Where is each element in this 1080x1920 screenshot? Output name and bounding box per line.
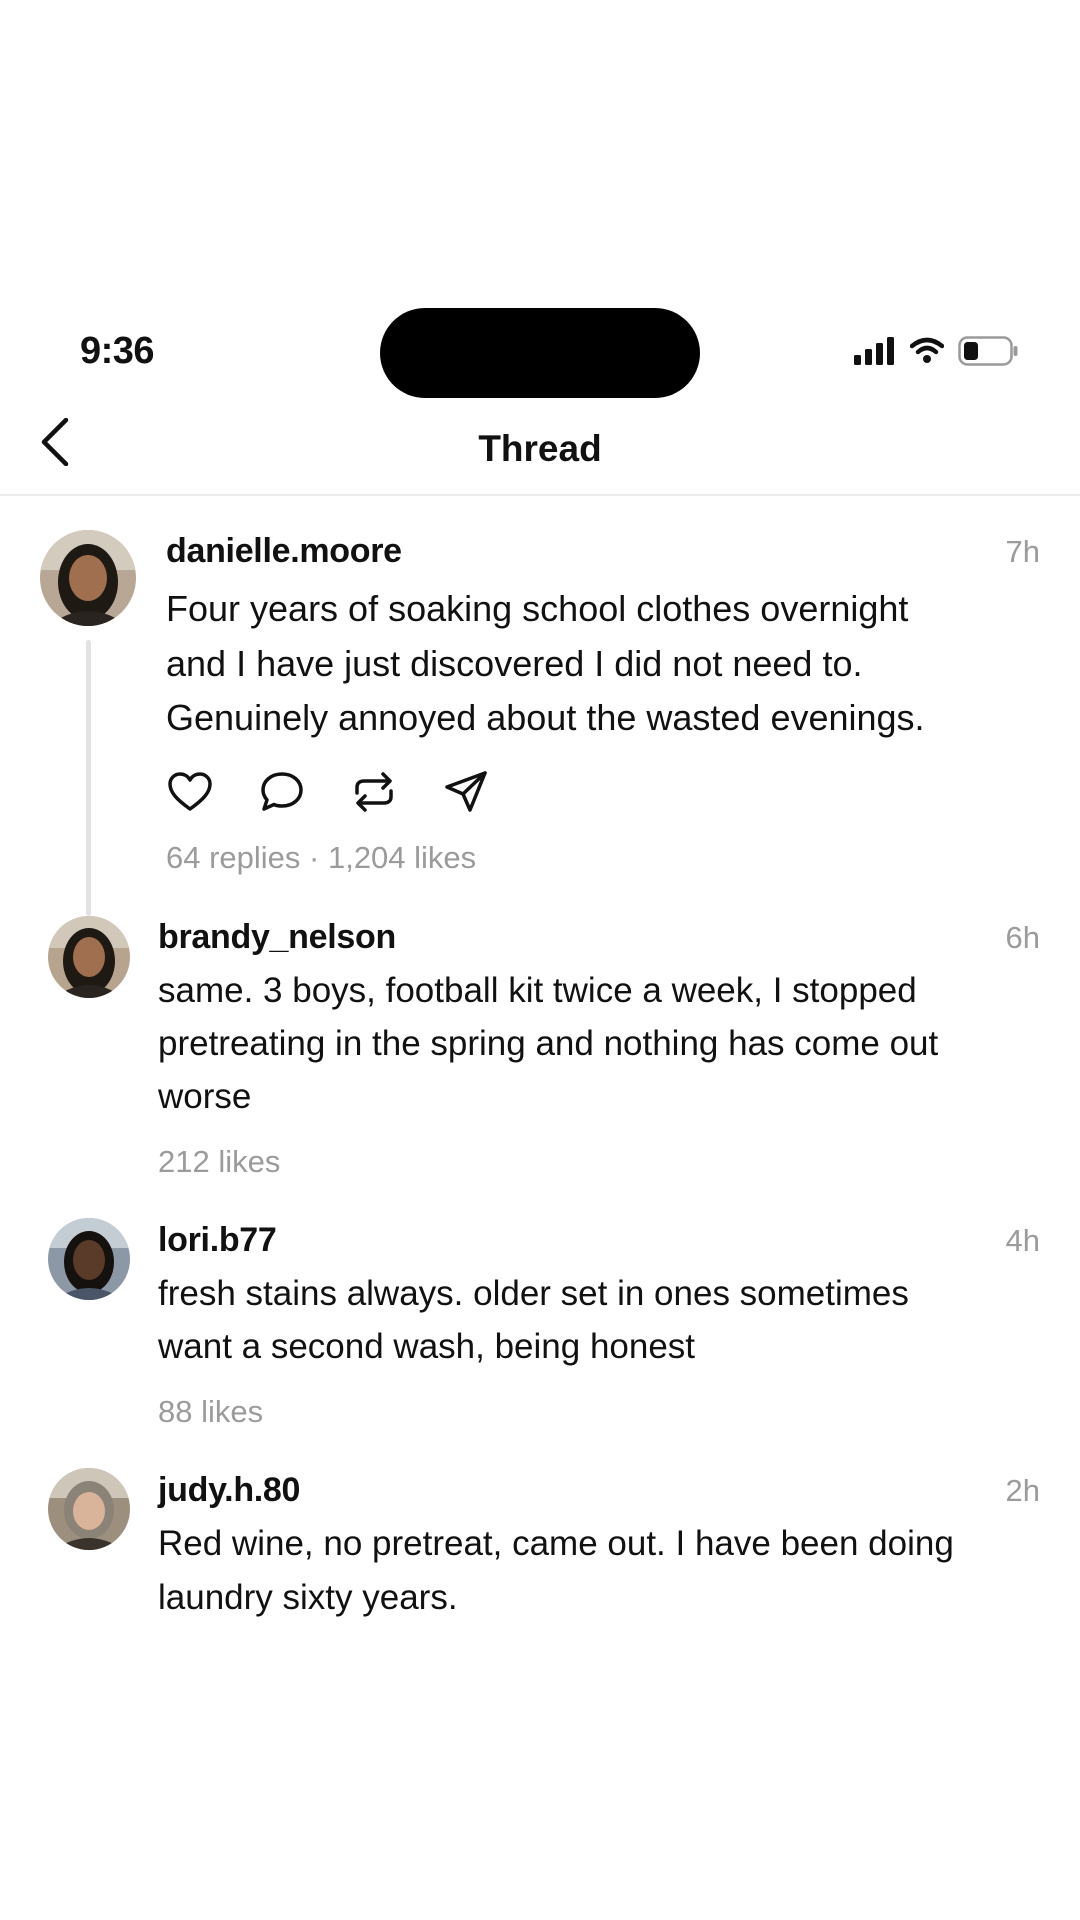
reply-likes[interactable]: 88 likes — [158, 1394, 263, 1430]
avatar-danielle-moore[interactable] — [40, 530, 136, 626]
battery-icon — [958, 335, 1018, 371]
reply-likes[interactable]: 212 likes — [158, 1144, 280, 1180]
status-time: 9:36 — [80, 330, 155, 372]
wifi-icon — [909, 337, 945, 370]
share-button[interactable] — [442, 770, 490, 818]
post-line-3: Genuinely annoyed about the wasted eveni… — [166, 697, 925, 738]
reply-line: laundry sixty years. — [158, 1578, 458, 1617]
status-icons — [854, 335, 1018, 371]
reply-username[interactable]: judy.h.80 — [158, 1471, 300, 1510]
reply-line: pretreating in the spring and nothing ha… — [158, 1024, 939, 1063]
reply-timestamp: 6h — [1005, 920, 1040, 955]
heart-icon — [168, 771, 212, 817]
post-stats[interactable]: 64 replies · 1,204 likes — [166, 840, 476, 876]
page-title: Thread — [478, 428, 602, 469]
post-line-2: and I have just discovered I did not nee… — [166, 643, 863, 684]
avatar-brandy-nelson[interactable] — [48, 916, 130, 998]
avatar-judy-h-80[interactable] — [48, 1468, 130, 1550]
thread-connector-line — [86, 640, 91, 916]
post-line-1: Four years of soaking school clothes ove… — [166, 588, 909, 629]
reply-line: worse — [158, 1077, 252, 1116]
reply-username[interactable]: lori.b77 — [158, 1221, 277, 1260]
repost-icon — [351, 771, 397, 818]
cellular-signal-icon — [854, 336, 896, 370]
reply-line: Red wine, no pretreat, came out. I have … — [158, 1524, 954, 1563]
like-button[interactable] — [166, 770, 214, 818]
reply-line: fresh stains always. older set in ones s… — [158, 1274, 909, 1313]
reply-username[interactable]: brandy_nelson — [158, 918, 396, 957]
header-divider — [0, 494, 1080, 496]
send-icon — [444, 770, 488, 819]
reply-timestamp: 2h — [1005, 1473, 1040, 1508]
post-actions — [166, 770, 490, 818]
reply-line: want a second wash, being honest — [158, 1327, 696, 1366]
post-username[interactable]: danielle.moore — [166, 532, 402, 571]
reply-line: same. 3 boys, football kit twice a week,… — [158, 971, 917, 1010]
comment-button[interactable] — [258, 770, 306, 818]
dynamic-island — [380, 308, 700, 398]
comment-icon — [260, 771, 304, 818]
post-timestamp: 7h — [1005, 534, 1040, 569]
avatar-lori-b77[interactable] — [48, 1218, 130, 1300]
repost-button[interactable] — [350, 770, 398, 818]
reply-timestamp: 4h — [1005, 1223, 1040, 1258]
